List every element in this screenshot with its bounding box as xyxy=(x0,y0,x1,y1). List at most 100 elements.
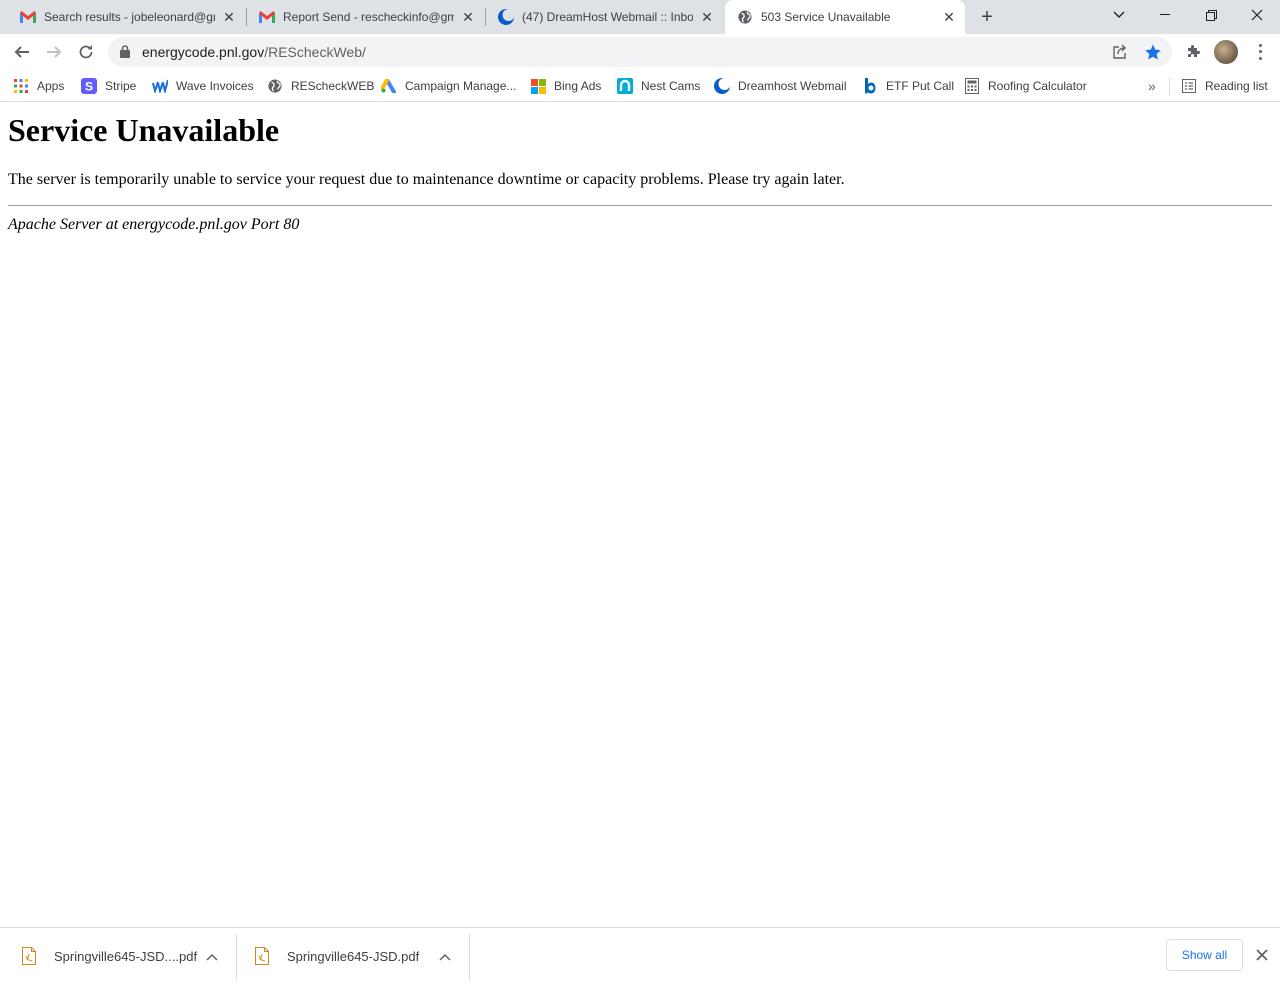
chrome-menu-button[interactable] xyxy=(1252,42,1268,62)
tab-gmail-search[interactable]: Search results - jobeleonard@gmail.com ✕ xyxy=(8,0,245,34)
dot xyxy=(1258,57,1262,61)
lock-icon[interactable] xyxy=(120,45,130,63)
tab-search-button[interactable] xyxy=(1096,0,1142,30)
tab-title: Report Send - rescheckinfo@gmail.com xyxy=(283,10,454,24)
minimize-button[interactable] xyxy=(1142,0,1188,30)
profile-avatar[interactable] xyxy=(1214,40,1238,64)
tab-dreamhost[interactable]: (47) DreamHost Webmail :: Inbox ✕ xyxy=(486,0,723,34)
bookmark-campaign-manager[interactable]: Campaign Manage... xyxy=(381,76,516,96)
show-all-downloads-button[interactable]: Show all xyxy=(1166,939,1243,971)
page-heading: Service Unavailable xyxy=(8,112,280,148)
tab-gmail-report[interactable]: Report Send - rescheckinfo@gmail.com ✕ xyxy=(247,0,484,34)
minimize-icon xyxy=(1160,14,1170,15)
bookmark-dreamhost-webmail[interactable]: Dreamhost Webmail xyxy=(714,76,846,96)
download-filename: Springville645-JSD....pdf xyxy=(54,949,198,964)
page-content: Service Unavailable The server is tempor… xyxy=(8,103,1272,235)
bing-b-icon xyxy=(862,78,878,94)
close-window-button[interactable] xyxy=(1234,0,1280,30)
url-path: /REScheckWeb/ xyxy=(264,44,366,60)
close-icon[interactable] xyxy=(1254,947,1270,963)
restore-icon xyxy=(1205,9,1217,21)
bookmark-wave-invoices[interactable]: Wave Invoices xyxy=(152,76,254,96)
tab-title: Search results - jobeleonard@gmail.com xyxy=(44,10,215,24)
bookmark-rescheckweb[interactable]: REScheckWEB xyxy=(267,76,374,96)
divider xyxy=(8,205,1272,206)
dreamhost-icon xyxy=(498,9,514,25)
gmail-icon xyxy=(259,9,275,25)
chevron-double-right-icon: » xyxy=(1148,78,1156,94)
close-icon[interactable]: ✕ xyxy=(460,9,476,25)
pdf-file-icon xyxy=(22,946,38,967)
tab-strip: Search results - jobeleonard@gmail.com ✕… xyxy=(0,0,1280,34)
reading-list-label: Reading list xyxy=(1205,79,1268,93)
bookmark-bing-ads[interactable]: Bing Ads xyxy=(530,76,601,96)
apps-grid-icon xyxy=(13,78,29,94)
stripe-icon: S xyxy=(81,78,97,94)
bookmark-label: Wave Invoices xyxy=(176,79,254,93)
tab-503-active[interactable]: 503 Service Unavailable ✕ xyxy=(725,0,965,34)
url-host: energycode.pnl.gov xyxy=(142,44,265,60)
server-signature: Apache Server at energycode.pnl.gov Port… xyxy=(8,216,300,233)
close-icon xyxy=(1251,9,1263,21)
bookmark-label: REScheckWEB xyxy=(291,79,375,93)
wave-icon xyxy=(152,78,168,94)
close-icon[interactable]: ✕ xyxy=(699,9,715,25)
browser-toolbar: energycode.pnl.gov/REScheckWeb/ xyxy=(0,34,1280,70)
globe-icon xyxy=(737,9,753,25)
new-tab-button[interactable]: + xyxy=(975,5,999,29)
dreamhost-icon xyxy=(714,78,730,94)
bookmark-star-icon[interactable] xyxy=(1144,43,1162,66)
restore-button[interactable] xyxy=(1188,0,1234,30)
share-icon[interactable] xyxy=(1112,44,1128,65)
nest-icon xyxy=(617,78,633,94)
reading-list-button[interactable]: Reading list xyxy=(1181,76,1268,96)
forward-button[interactable] xyxy=(40,38,68,66)
chevron-up-icon[interactable] xyxy=(206,950,218,964)
google-ads-icon xyxy=(381,78,397,94)
url-text[interactable]: energycode.pnl.gov/REScheckWeb/ xyxy=(142,44,366,60)
download-shelf: Springville645-JSD....pdf Springville645… xyxy=(0,927,1280,984)
chevron-down-icon xyxy=(1113,11,1125,18)
extensions-puzzle-icon[interactable] xyxy=(1186,43,1202,64)
bookmark-label: Apps xyxy=(37,79,65,93)
bookmark-label: Roofing Calculator xyxy=(988,79,1087,93)
reload-icon xyxy=(79,45,93,59)
download-item[interactable]: Springville645-JSD.pdf xyxy=(255,928,467,984)
bookmark-stripe[interactable]: S Stripe xyxy=(81,76,136,96)
bookmark-label: Bing Ads xyxy=(554,79,602,93)
gmail-icon xyxy=(20,9,36,25)
address-bar[interactable]: energycode.pnl.gov/REScheckWeb/ xyxy=(108,37,1172,67)
bookmark-label: Nest Cams xyxy=(641,79,701,93)
tab-title: 503 Service Unavailable xyxy=(761,10,891,24)
bookmarks-bar: Apps S Stripe Wave Invoices REScheckWEB … xyxy=(0,70,1280,102)
close-icon[interactable]: ✕ xyxy=(221,9,237,25)
reading-list-icon xyxy=(1181,78,1197,94)
bookmark-label: Campaign Manage... xyxy=(405,79,517,93)
bookmark-apps[interactable]: Apps xyxy=(13,76,64,96)
pdf-file-icon xyxy=(255,946,271,967)
arrow-right-icon xyxy=(47,46,62,58)
reload-button[interactable] xyxy=(72,38,100,66)
bookmark-roofing-calculator[interactable]: Roofing Calculator xyxy=(964,76,1087,96)
error-message: The server is temporarily unable to serv… xyxy=(8,171,845,188)
bookmark-label: ETF Put Call xyxy=(886,79,955,93)
bookmark-nest-cams[interactable]: Nest Cams xyxy=(617,76,700,96)
calculator-icon xyxy=(964,78,980,94)
download-filename: Springville645-JSD.pdf xyxy=(287,949,420,964)
close-icon[interactable]: ✕ xyxy=(941,9,957,25)
tab-title: (47) DreamHost Webmail :: Inbox xyxy=(522,10,693,24)
download-item[interactable]: Springville645-JSD....pdf xyxy=(22,928,234,984)
bookmark-label: Stripe xyxy=(105,79,137,93)
download-divider xyxy=(469,934,470,980)
bookmark-etf-put-call[interactable]: ETF Put Call xyxy=(862,76,954,96)
download-divider xyxy=(236,934,237,980)
chevron-up-icon[interactable] xyxy=(439,950,451,964)
dot xyxy=(1258,43,1262,47)
arrow-left-icon xyxy=(14,46,29,58)
globe-icon xyxy=(267,78,283,94)
dot xyxy=(1258,50,1262,54)
back-button[interactable] xyxy=(8,38,36,66)
bookmarks-divider xyxy=(1169,77,1170,95)
more-bookmarks-button[interactable]: » xyxy=(1148,76,1156,96)
microsoft-icon xyxy=(530,78,546,94)
